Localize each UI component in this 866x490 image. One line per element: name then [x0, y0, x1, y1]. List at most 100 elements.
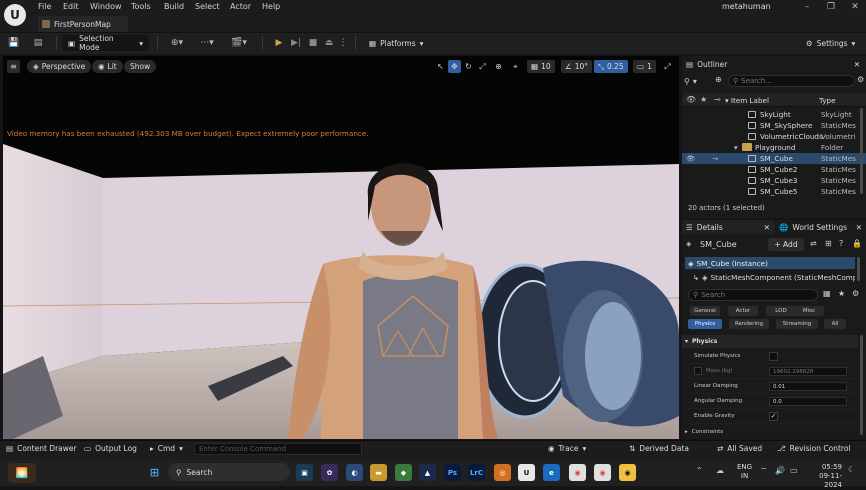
app-icon-2[interactable]: ▲ [419, 464, 436, 481]
tab-level[interactable]: FirstPersonMap [38, 16, 128, 32]
stop-icon[interactable]: ■ [306, 35, 320, 51]
filter-rendering[interactable]: Rendering [729, 319, 769, 329]
taskbar-search-input[interactable]: ⚲ Search [168, 463, 290, 481]
menu-window[interactable]: Window [90, 2, 122, 11]
world-space-icon[interactable]: ⊕ [492, 60, 505, 73]
outliner-row[interactable]: SM_Cube3 StaticMes [682, 175, 866, 186]
constraints-section-header[interactable]: ▸ Constraints [682, 425, 858, 438]
favorite-icon[interactable]: ★ [838, 289, 845, 298]
trace-dropdown[interactable]: ◉ Trace ▾ [548, 444, 586, 453]
outliner-scrollbar[interactable] [860, 108, 863, 194]
camera-speed-button[interactable]: ▭ 1 [633, 60, 656, 73]
outliner-row[interactable]: SM_Cube5 StaticMes [682, 186, 866, 197]
scale-snap-toggle[interactable]: ⤡ 0.25 [594, 60, 628, 73]
close-icon[interactable]: ✕ [856, 223, 862, 232]
viewport-menu-icon[interactable]: ≡ [7, 60, 20, 73]
filter-all[interactable]: All [824, 319, 846, 329]
outliner-folder-row[interactable]: ▾ Playground Folder [682, 142, 866, 153]
grid-snap-toggle[interactable]: ▦ 10 [527, 60, 555, 73]
unreal-logo-icon[interactable]: U [4, 4, 26, 26]
angular-damping-field[interactable]: 0.0 [769, 397, 847, 406]
all-saved-button[interactable]: ⇄ All Saved [717, 444, 762, 453]
content-browser-icon[interactable]: ▤ [30, 35, 46, 51]
task-view-icon[interactable]: ▣ [296, 464, 313, 481]
play-options-icon[interactable]: ⋮ [338, 35, 348, 51]
chevron-up-icon[interactable]: ⌃ [696, 466, 703, 475]
visibility-icon[interactable]: 👁 [686, 154, 695, 163]
maximize-icon[interactable]: ❐ [820, 0, 842, 14]
filter-lod[interactable]: LOD [766, 306, 796, 316]
filter-physics[interactable]: Physics [688, 319, 722, 329]
blueprint-icon[interactable]: ⇌ [810, 239, 817, 248]
pin-icon[interactable]: ⊸ [712, 154, 718, 163]
language-indicator[interactable]: ENG IN [737, 463, 752, 481]
add-icon[interactable]: ⊕ [715, 75, 725, 87]
instance-row[interactable]: ◈ SM_Cube (Instance) [685, 257, 855, 269]
unreal-engine-icon[interactable]: U [518, 464, 535, 481]
windows-start-icon[interactable]: ⊞ [146, 464, 163, 481]
level-viewport[interactable]: ≡ ◈ Perspective ◉ Lit Show ↖ ✥ ↻ ⤢ ⊕ ⌖ ▦… [3, 56, 679, 439]
lightroom-icon[interactable]: LrC [468, 464, 485, 481]
close-icon[interactable]: ✕ [764, 223, 770, 232]
outliner-row-selected[interactable]: 👁 ⊸ SM_Cube StaticMes [682, 153, 866, 164]
menu-tools[interactable]: Tools [131, 2, 151, 11]
physics-section-header[interactable]: ▾ Physics [682, 335, 858, 348]
chrome-icon[interactable]: ◉ [569, 464, 586, 481]
simulate-physics-checkbox[interactable] [769, 352, 778, 361]
content-drawer-button[interactable]: ▤ Content Drawer [6, 444, 77, 453]
revision-control-button[interactable]: ⎇ Revision Control [777, 444, 851, 453]
translate-tool-icon[interactable]: ✥ [448, 60, 461, 73]
menu-actor[interactable]: Actor [230, 2, 251, 11]
save-icon[interactable]: 💾 [6, 35, 22, 51]
selection-mode-dropdown[interactable]: ▣ Selection Mode ▾ [62, 34, 149, 52]
filter-actor[interactable]: Actor [728, 306, 758, 316]
close-icon[interactable]: ✕ [844, 0, 866, 14]
scale-tool-icon[interactable]: ⤢ [476, 60, 489, 73]
maximize-viewport-icon[interactable]: ⤢ [661, 60, 674, 73]
derived-data-button[interactable]: ⇅ Derived Data [629, 444, 689, 453]
cinematics-icon[interactable]: 🎬▾ [228, 35, 250, 51]
blender-icon[interactable]: ◎ [494, 464, 511, 481]
step-icon[interactable]: ▶| [289, 35, 303, 51]
console-input[interactable]: Enter Console Command [194, 443, 362, 455]
visibility-header-icon[interactable]: 👁 [686, 95, 696, 104]
surface-snap-icon[interactable]: ⌖ [509, 60, 522, 73]
type-header[interactable]: Type [819, 96, 836, 105]
show-dropdown[interactable]: Show [124, 60, 157, 73]
close-icon[interactable]: ✕ [854, 60, 860, 69]
file-explorer-icon[interactable]: ▬ [370, 464, 387, 481]
app-icon-1[interactable]: ◆ [395, 464, 412, 481]
gear-icon[interactable]: ⚙ [852, 289, 859, 298]
filter-streaming[interactable]: Streaming [776, 319, 818, 329]
edge-icon[interactable]: e [543, 464, 560, 481]
outliner-search-input[interactable]: ⚲ Search... [728, 75, 855, 87]
menu-help[interactable]: Help [262, 2, 280, 11]
chrome-canary-icon[interactable]: ◉ [619, 464, 636, 481]
widgets-icon[interactable]: ✿ [321, 464, 338, 481]
property-matrix-icon[interactable]: ▦ [823, 289, 831, 298]
add-component-button[interactable]: + Add [768, 238, 804, 251]
output-log-button[interactable]: ▭ Output Log [84, 444, 137, 453]
item-label-header[interactable]: ▾ Item Label [725, 96, 769, 105]
component-row[interactable]: ↳ ◈ StaticMeshComponent (StaticMeshCompo… [690, 271, 855, 283]
menu-build[interactable]: Build [164, 2, 184, 11]
pin-header-icon[interactable]: ⊸ [714, 95, 721, 104]
outliner-row[interactable]: SM_Cube2 StaticMes [682, 164, 866, 175]
notification-icon[interactable]: ☾ [848, 465, 855, 474]
cmd-dropdown[interactable]: ▸ Cmd ▾ [150, 444, 183, 453]
chat-icon[interactable]: ◐ [346, 464, 363, 481]
mass-override-checkbox[interactable] [694, 367, 702, 375]
volume-icon[interactable]: 🔊 [775, 466, 785, 475]
outliner-tab[interactable]: ▤ Outliner ✕ [682, 57, 866, 71]
favorite-header-icon[interactable]: ★ [700, 95, 707, 104]
filter-misc[interactable]: Misc [794, 306, 824, 316]
outliner-row[interactable]: SM_SkySphere StaticMes [682, 120, 866, 131]
world-settings-tab[interactable]: 🌐 World Settings ✕ [775, 220, 866, 234]
photoshop-icon[interactable]: Ps [444, 464, 461, 481]
linear-damping-field[interactable]: 0.01 [769, 382, 847, 391]
rotation-snap-toggle[interactable]: ∠ 10° [561, 60, 593, 73]
outliner-row[interactable]: VolumetricClouds Volumetri [682, 131, 866, 142]
chrome-icon[interactable]: ◉ [594, 464, 611, 481]
settings-button[interactable]: ⚙ Settings ▾ [800, 35, 860, 51]
select-tool-icon[interactable]: ↖ [434, 60, 447, 73]
